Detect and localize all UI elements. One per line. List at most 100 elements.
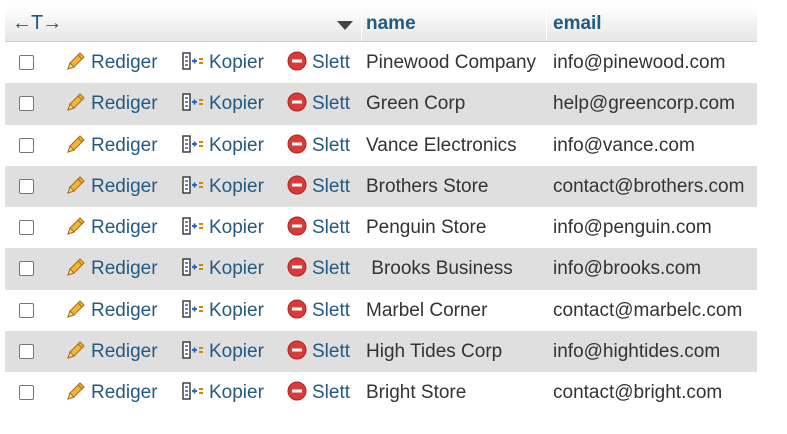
- delete-label: Slett: [312, 52, 351, 73]
- table-body: Rediger Kopier Slett Pinewood Company in…: [5, 42, 757, 414]
- table-row: Rediger Kopier Slett Brothers Store cont…: [5, 165, 757, 208]
- copy-label: Kopier: [209, 382, 264, 404]
- copy-icon: [181, 91, 205, 113]
- row-checkbox[interactable]: [19, 261, 34, 277]
- delete-label: Slett: [312, 299, 351, 321]
- delete-icon: [286, 298, 308, 320]
- delete-link[interactable]: Slett: [286, 166, 350, 207]
- cell-email: help@greencorp.com: [553, 93, 735, 115]
- table-row: Rediger Kopier Slett Brooks Business inf…: [5, 248, 757, 290]
- cell-name: Penguin Store: [366, 217, 487, 239]
- row-checkbox[interactable]: [19, 220, 34, 236]
- column-header-name[interactable]: name: [366, 6, 416, 41]
- copy-icon: [181, 380, 205, 402]
- edit-link[interactable]: Rediger: [65, 290, 158, 331]
- copy-link[interactable]: Kopier: [181, 372, 264, 413]
- copy-link[interactable]: Kopier: [181, 331, 264, 372]
- cell-email: info@hightides.com: [553, 341, 721, 363]
- delete-link[interactable]: Slett: [286, 331, 350, 372]
- delete-link[interactable]: Slett: [286, 207, 350, 248]
- copy-link[interactable]: Kopier: [181, 125, 264, 166]
- copy-link[interactable]: Kopier: [181, 166, 264, 207]
- edit-label: Rediger: [91, 299, 158, 321]
- row-checkbox[interactable]: [19, 385, 34, 401]
- copy-link[interactable]: Kopier: [181, 83, 264, 124]
- delete-link[interactable]: Slett: [286, 125, 350, 166]
- row-checkbox[interactable]: [19, 96, 34, 112]
- cell-name: Brooks Business: [366, 258, 513, 280]
- edit-link[interactable]: Rediger: [65, 248, 158, 289]
- delete-icon: [286, 133, 308, 155]
- row-checkbox[interactable]: [19, 55, 34, 70]
- edit-link[interactable]: Rediger: [65, 83, 158, 124]
- delete-link[interactable]: Slett: [286, 42, 350, 83]
- column-header-email[interactable]: email: [553, 6, 602, 41]
- cell-name: Marbel Corner: [366, 299, 488, 321]
- edit-label: Rediger: [91, 175, 158, 197]
- copy-link[interactable]: Kopier: [181, 290, 264, 331]
- edit-label: Rediger: [91, 52, 158, 73]
- edit-label: Rediger: [91, 93, 158, 115]
- cell-email: contact@marbelc.com: [553, 299, 743, 321]
- cell-email: info@vance.com: [553, 134, 695, 156]
- copy-label: Kopier: [209, 258, 264, 280]
- delete-link[interactable]: Slett: [286, 372, 350, 413]
- cell-name: Vance Electronics: [366, 134, 517, 156]
- copy-link[interactable]: Kopier: [181, 207, 264, 248]
- column-divider: [546, 6, 547, 41]
- row-checkbox[interactable]: [19, 178, 34, 194]
- row-checkbox[interactable]: [19, 137, 34, 153]
- copy-label: Kopier: [209, 341, 264, 363]
- delete-icon: [286, 91, 308, 113]
- copy-icon: [181, 215, 205, 237]
- delete-label: Slett: [312, 134, 351, 156]
- copy-label: Kopier: [209, 52, 264, 73]
- copy-icon: [181, 256, 205, 278]
- delete-icon: [286, 256, 308, 278]
- table-header: ←T→ name email: [5, 6, 757, 42]
- delete-label: Slett: [312, 341, 351, 363]
- delete-icon: [286, 174, 308, 196]
- delete-link[interactable]: Slett: [286, 248, 350, 289]
- copy-icon: [181, 174, 205, 196]
- delete-link[interactable]: Slett: [286, 290, 350, 331]
- cell-email: info@penguin.com: [553, 217, 712, 239]
- pencil-icon: [65, 339, 87, 361]
- copy-link[interactable]: Kopier: [181, 248, 264, 289]
- sort-dropdown-icon[interactable]: [335, 6, 359, 41]
- edit-link[interactable]: Rediger: [65, 125, 158, 166]
- column-toggle-arrows[interactable]: ←T→: [12, 6, 62, 41]
- edit-link[interactable]: Rediger: [65, 166, 158, 207]
- edit-link[interactable]: Rediger: [65, 42, 158, 83]
- cell-email: info@brooks.com: [553, 258, 702, 280]
- pencil-icon: [65, 256, 87, 278]
- table-row: Rediger Kopier Slett High Tides Corp inf…: [5, 331, 757, 373]
- row-checkbox[interactable]: [19, 302, 34, 318]
- copy-label: Kopier: [209, 93, 264, 115]
- edit-link[interactable]: Rediger: [65, 331, 158, 372]
- cell-email: contact@bright.com: [553, 382, 723, 404]
- edit-link[interactable]: Rediger: [65, 207, 158, 248]
- copy-label: Kopier: [209, 217, 264, 239]
- pencil-icon: [65, 215, 87, 237]
- pencil-icon: [65, 50, 87, 72]
- delete-link[interactable]: Slett: [286, 83, 350, 124]
- delete-icon: [286, 380, 308, 402]
- table-row: Rediger Kopier Slett Marbel Corner conta…: [5, 290, 757, 331]
- copy-link[interactable]: Kopier: [181, 42, 264, 83]
- cell-name: Green Corp: [366, 93, 466, 115]
- delete-icon: [286, 50, 308, 72]
- copy-label: Kopier: [209, 175, 264, 197]
- cell-email: info@pinewood.com: [553, 52, 726, 73]
- copy-icon: [181, 50, 205, 72]
- copy-label: Kopier: [209, 134, 264, 156]
- row-checkbox[interactable]: [19, 344, 34, 360]
- results-table: ←T→ name email Rediger Kopier Slett Pine…: [5, 6, 757, 414]
- pencil-icon: [65, 298, 87, 320]
- table-row: Rediger Kopier Slett Penguin Store info@…: [5, 207, 757, 248]
- delete-label: Slett: [312, 258, 351, 280]
- column-divider: [361, 6, 362, 41]
- edit-link[interactable]: Rediger: [65, 372, 158, 413]
- cell-name: Bright Store: [366, 382, 467, 404]
- table-row: Rediger Kopier Slett Pinewood Company in…: [5, 42, 757, 83]
